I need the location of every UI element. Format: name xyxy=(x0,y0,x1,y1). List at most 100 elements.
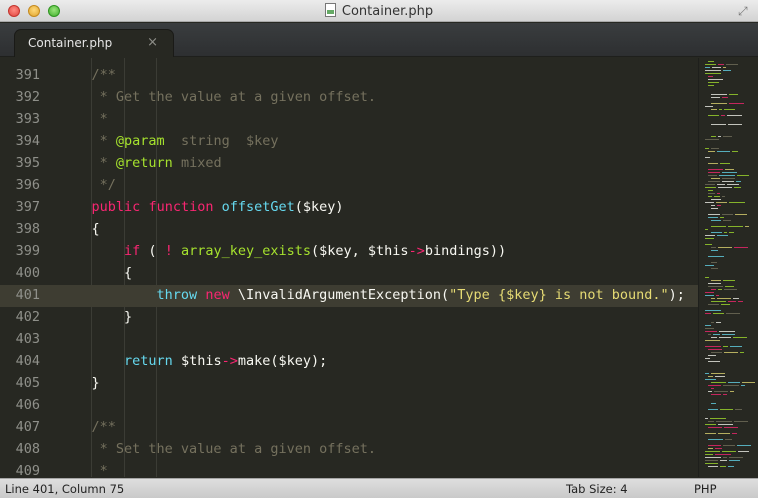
code-line: * @return mixed xyxy=(92,155,222,171)
minimap-line xyxy=(722,172,737,173)
minimap-line xyxy=(733,337,747,338)
minimap-line xyxy=(723,67,726,68)
minimap[interactable] xyxy=(698,58,758,477)
minimap-line xyxy=(705,460,718,461)
code-line: /** xyxy=(92,67,116,83)
minimap-line xyxy=(725,169,734,170)
minimap-line xyxy=(742,382,755,383)
minimap-line xyxy=(712,67,721,68)
minimap-line xyxy=(708,151,715,152)
minimap-line xyxy=(722,181,734,182)
line-number: 391 xyxy=(15,67,40,83)
minimap-line xyxy=(711,94,727,95)
minimap-line xyxy=(717,184,725,185)
minimap-line xyxy=(717,151,730,152)
minimap-line xyxy=(705,139,719,140)
minimap-line xyxy=(738,301,743,302)
minimap-line xyxy=(705,424,716,425)
code-token: $this xyxy=(172,353,222,369)
minimap-line xyxy=(724,352,738,353)
minimap-line xyxy=(711,199,721,200)
minimap-line xyxy=(708,85,714,86)
minimap-line xyxy=(717,205,721,206)
minimap-line xyxy=(711,136,716,137)
fullscreen-icon[interactable]: ⤢ xyxy=(738,4,752,18)
minimap-line xyxy=(705,292,714,293)
code-line: */ xyxy=(92,177,116,193)
minimap-line xyxy=(711,280,721,281)
line-number: 408 xyxy=(15,441,40,457)
minimap-line xyxy=(722,334,735,335)
minimap-line xyxy=(711,205,715,206)
minimap-line xyxy=(708,283,721,284)
minimap-line xyxy=(730,346,742,347)
minimap-line xyxy=(705,187,716,188)
tab-close-icon[interactable]: × xyxy=(147,35,158,50)
minimap-line xyxy=(728,124,742,125)
code-line: throw new \InvalidArgumentException("Typ… xyxy=(157,287,685,303)
minimap-line xyxy=(708,163,718,164)
minimap-line xyxy=(705,379,716,380)
minimap-line xyxy=(705,265,714,266)
window-title-wrap: Container.php xyxy=(0,3,758,19)
minimap-line xyxy=(722,178,735,179)
minimap-line xyxy=(711,232,722,233)
minimap-line xyxy=(721,115,725,116)
code-token: } xyxy=(91,375,100,391)
minimap-line xyxy=(708,79,723,80)
minimap-line xyxy=(705,373,709,374)
minimap-line xyxy=(719,175,735,176)
minimap-line xyxy=(718,433,730,434)
code-line: * Get the value at a given offset. xyxy=(92,89,376,105)
minimap-line xyxy=(726,313,740,314)
code-token: * xyxy=(91,463,108,477)
code-line: /** xyxy=(92,419,116,435)
tab-container-php[interactable]: Container.php × xyxy=(14,29,174,57)
minimap-line xyxy=(714,391,728,392)
minimap-line xyxy=(720,466,726,467)
minimap-line xyxy=(708,376,713,377)
code-token: \InvalidArgumentException( xyxy=(229,287,450,303)
minimap-line xyxy=(718,289,722,290)
minimap-line xyxy=(705,358,710,359)
status-bar: Line 401, Column 75 Tab Size: 4 PHP xyxy=(0,478,758,498)
minimap-line xyxy=(705,451,720,452)
minimap-line xyxy=(713,334,720,335)
code-token: } xyxy=(124,309,133,325)
tab-size-selector[interactable]: Tab Size: 4 xyxy=(566,482,628,496)
minimap-line xyxy=(705,157,710,158)
minimap-line xyxy=(705,331,717,332)
minimap-line xyxy=(705,73,721,74)
line-number: 394 xyxy=(15,133,40,149)
minimap-line xyxy=(705,328,714,329)
minimap-line xyxy=(718,136,721,137)
minimap-line xyxy=(716,421,732,422)
syntax-selector[interactable]: PHP xyxy=(694,482,717,496)
minimap-line xyxy=(708,445,721,446)
code-editor[interactable]: 391 /** 392 * Get the value at a given off… xyxy=(0,58,698,477)
minimap-line xyxy=(710,418,726,419)
minimap-line xyxy=(705,433,716,434)
line-number: 397 xyxy=(15,199,40,215)
minimap-line xyxy=(708,355,716,356)
code-token: public xyxy=(91,199,141,215)
minimap-line xyxy=(724,232,727,233)
minimap-line xyxy=(708,115,719,116)
code-token: * Get the value at a given offset. xyxy=(91,89,376,105)
minimap-line xyxy=(722,97,728,98)
minimap-line xyxy=(705,70,721,71)
minimap-line xyxy=(725,286,734,287)
minimap-line xyxy=(711,226,726,227)
window-title: Container.php xyxy=(341,4,434,19)
code-token: @param xyxy=(115,133,165,149)
minimap-line xyxy=(711,262,717,263)
code-line: return $this->make($key); xyxy=(124,353,327,369)
line-number: 401 xyxy=(15,287,40,303)
minimap-line xyxy=(728,226,743,227)
minimap-line xyxy=(705,454,713,455)
code-token: function xyxy=(148,199,214,215)
code-token: throw xyxy=(156,287,198,303)
minimap-line xyxy=(720,409,733,410)
code-line: { xyxy=(92,221,100,237)
